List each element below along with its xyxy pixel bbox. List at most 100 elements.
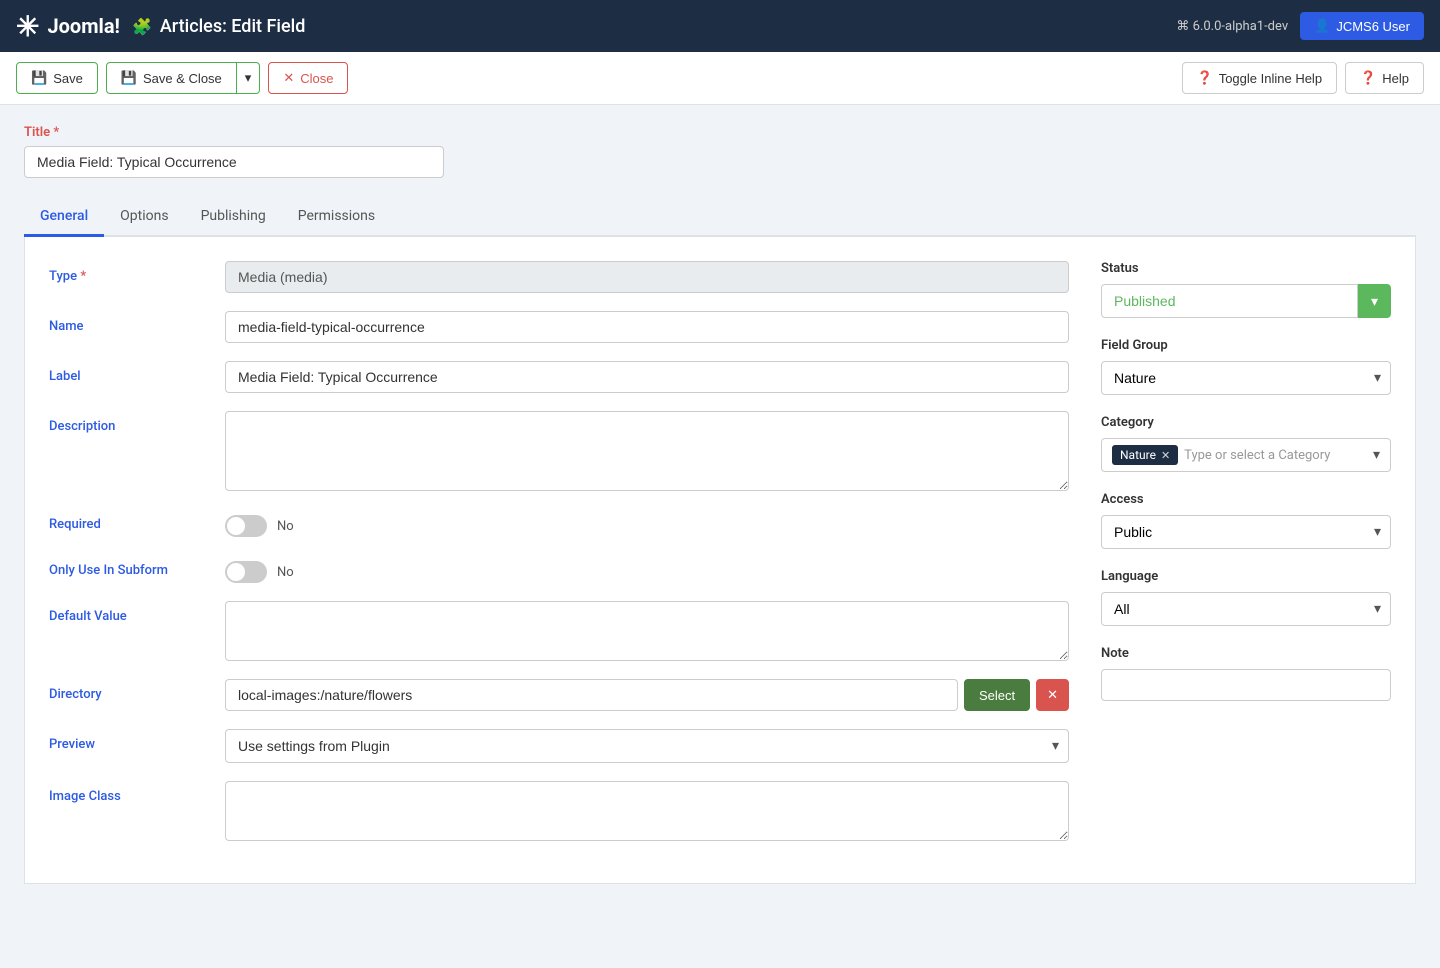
save-dropdown-button[interactable]: ▾: [236, 62, 261, 94]
access-section: Access Public ▾: [1101, 492, 1391, 549]
directory-row: Directory Select ✕: [49, 679, 1069, 711]
toolbar-right: ❓ Toggle Inline Help ❓ Help: [1182, 62, 1424, 94]
description-label: Description: [49, 411, 209, 434]
tab-general[interactable]: General: [24, 198, 104, 237]
preview-select[interactable]: Use settings from Plugin: [225, 729, 1069, 763]
subform-row: Only Use In Subform No: [49, 555, 1069, 583]
description-textarea[interactable]: [225, 411, 1069, 491]
topnav-right: ⌘ 6.0.0-alpha1-dev 👤 JCMS6 User: [1176, 12, 1424, 40]
label-input[interactable]: [225, 361, 1069, 393]
image-class-textarea[interactable]: [225, 781, 1069, 841]
note-label: Note: [1101, 646, 1391, 661]
field-group-section: Field Group Nature ▾: [1101, 338, 1391, 395]
tab-publishing[interactable]: Publishing: [185, 198, 282, 237]
help-button[interactable]: ❓ Help: [1345, 62, 1424, 94]
subform-toggle[interactable]: [225, 561, 267, 583]
version-text: ⌘ 6.0.0-alpha1-dev: [1176, 19, 1288, 34]
logo[interactable]: ✳ Joomla!: [16, 10, 120, 43]
directory-label: Directory: [49, 679, 209, 702]
field-group-select[interactable]: Nature: [1101, 361, 1391, 395]
directory-wrapper: Select ✕: [225, 679, 1069, 711]
default-row: Default Value: [49, 601, 1069, 661]
language-section: Language All ▾: [1101, 569, 1391, 626]
directory-clear-button[interactable]: ✕: [1036, 679, 1069, 711]
category-tag-remove[interactable]: ✕: [1161, 449, 1170, 462]
close-icon: ✕: [283, 70, 294, 86]
status-select[interactable]: Published: [1101, 284, 1358, 318]
label-label: Label: [49, 361, 209, 384]
save-close-group: 💾 Save & Close ▾: [106, 62, 260, 94]
access-select[interactable]: Public: [1101, 515, 1391, 549]
required-label: Required: [49, 509, 209, 532]
required-toggle[interactable]: [225, 515, 267, 537]
note-input[interactable]: [1101, 669, 1391, 701]
preview-label: Preview: [49, 729, 209, 752]
required-toggle-wrapper: No: [225, 509, 294, 537]
save-button[interactable]: 💾 Save: [16, 62, 98, 94]
tab-options[interactable]: Options: [104, 198, 184, 237]
tab-permissions[interactable]: Permissions: [282, 198, 391, 237]
puzzle-icon: 🧩: [132, 17, 152, 36]
subform-label: Only Use In Subform: [49, 555, 209, 578]
type-input: [225, 261, 1069, 293]
required-toggle-label: No: [277, 519, 294, 534]
default-textarea[interactable]: [225, 601, 1069, 661]
name-label: Name: [49, 311, 209, 334]
user-icon: 👤: [1314, 18, 1330, 34]
default-label: Default Value: [49, 601, 209, 624]
category-section: Category Nature ✕ Type or select a Categ…: [1101, 415, 1391, 472]
page-content: Title * General Options Publishing Permi…: [0, 105, 1440, 904]
tabs: General Options Publishing Permissions: [24, 198, 1416, 237]
field-group-label: Field Group: [1101, 338, 1391, 353]
category-tag: Nature ✕: [1112, 445, 1178, 465]
title-input[interactable]: [24, 146, 444, 178]
label-row: Label: [49, 361, 1069, 393]
status-select-wrapper: Published ▾: [1101, 284, 1391, 318]
status-label: Status: [1101, 261, 1391, 276]
category-placeholder: Type or select a Category: [1184, 448, 1380, 463]
question-icon: ❓: [1360, 70, 1376, 86]
status-section: Status Published ▾: [1101, 261, 1391, 318]
note-section: Note: [1101, 646, 1391, 701]
save-close-icon: 💾: [121, 70, 137, 86]
page-title-area: 🧩 Articles: Edit Field: [132, 16, 1164, 37]
toggle-help-button[interactable]: ❓ Toggle Inline Help: [1182, 62, 1338, 94]
type-row: Type *: [49, 261, 1069, 293]
status-dropdown-button[interactable]: ▾: [1358, 284, 1391, 318]
language-select-wrapper: All ▾: [1101, 592, 1391, 626]
type-label: Type *: [49, 261, 209, 284]
name-row: Name: [49, 311, 1069, 343]
language-select[interactable]: All: [1101, 592, 1391, 626]
preview-select-wrapper: Use settings from Plugin ▾: [225, 729, 1069, 763]
subform-toggle-label: No: [277, 565, 294, 580]
directory-input[interactable]: [225, 679, 958, 711]
category-input-wrapper[interactable]: Nature ✕ Type or select a Category ▾: [1101, 438, 1391, 472]
joomla-icon: ✳: [16, 10, 39, 43]
access-select-wrapper: Public ▾: [1101, 515, 1391, 549]
save-close-button[interactable]: 💾 Save & Close: [106, 62, 236, 94]
form-right: Status Published ▾ Field Group Nature ▾: [1101, 261, 1391, 859]
image-class-label: Image Class: [49, 781, 209, 804]
form-panel: Type * Name Label Description: [24, 237, 1416, 884]
category-label: Category: [1101, 415, 1391, 430]
close-button[interactable]: ✕ Close: [268, 62, 348, 94]
page-title: Articles: Edit Field: [160, 16, 306, 37]
subform-toggle-wrapper: No: [225, 555, 294, 583]
user-label: JCMS6 User: [1336, 19, 1410, 34]
logo-text: Joomla!: [47, 14, 119, 38]
name-input[interactable]: [225, 311, 1069, 343]
field-group-select-wrapper: Nature ▾: [1101, 361, 1391, 395]
image-class-row: Image Class: [49, 781, 1069, 841]
category-chevron-icon: ▾: [1373, 447, 1380, 463]
preview-row: Preview Use settings from Plugin ▾: [49, 729, 1069, 763]
required-row: Required No: [49, 509, 1069, 537]
description-row: Description: [49, 411, 1069, 491]
top-navbar: ✳ Joomla! 🧩 Articles: Edit Field ⌘ 6.0.0…: [0, 0, 1440, 52]
directory-select-button[interactable]: Select: [964, 679, 1030, 711]
toolbar: 💾 Save 💾 Save & Close ▾ ✕ Close ❓ Toggle…: [0, 52, 1440, 105]
user-menu-button[interactable]: 👤 JCMS6 User: [1300, 12, 1424, 40]
form-left: Type * Name Label Description: [49, 261, 1069, 859]
title-label: Title *: [24, 125, 1416, 140]
help-circle-icon: ❓: [1197, 70, 1213, 86]
language-label: Language: [1101, 569, 1391, 584]
